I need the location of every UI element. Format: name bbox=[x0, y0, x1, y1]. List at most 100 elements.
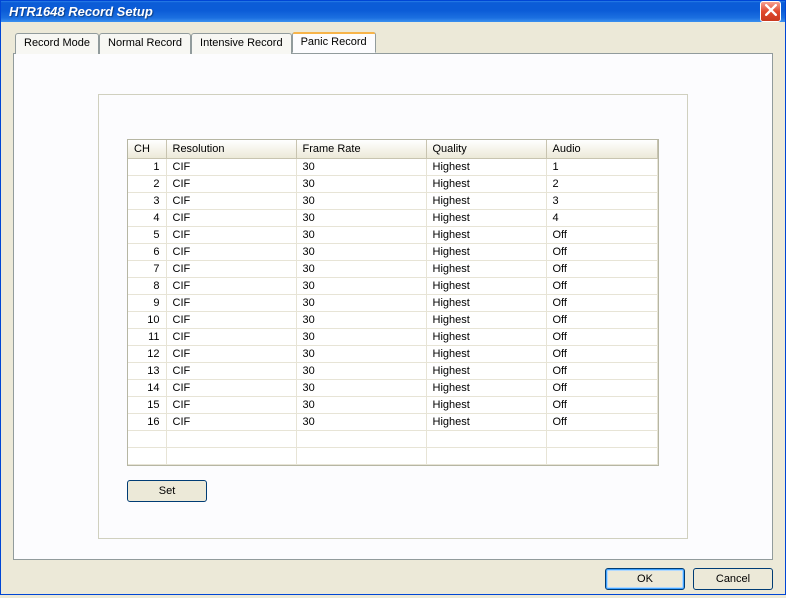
cancel-button[interactable]: Cancel bbox=[693, 568, 773, 590]
cell-ch: 4 bbox=[128, 209, 166, 226]
table-row[interactable]: 12CIF30HighestOff bbox=[128, 345, 658, 362]
cell-quality: Highest bbox=[426, 158, 546, 175]
cell-resolution: CIF bbox=[166, 396, 296, 413]
cell-quality: Highest bbox=[426, 396, 546, 413]
table-row[interactable]: 14CIF30HighestOff bbox=[128, 379, 658, 396]
ok-button[interactable]: OK bbox=[605, 568, 685, 590]
col-header-resolution[interactable]: Resolution bbox=[166, 140, 296, 158]
cell-frame_rate: 30 bbox=[296, 192, 426, 209]
cell-quality: Highest bbox=[426, 311, 546, 328]
table-row[interactable]: 13CIF30HighestOff bbox=[128, 362, 658, 379]
cell-frame_rate: 30 bbox=[296, 243, 426, 260]
close-button[interactable] bbox=[760, 1, 781, 22]
table-row-empty bbox=[128, 447, 658, 464]
cell-frame_rate: 30 bbox=[296, 158, 426, 175]
cell-resolution: CIF bbox=[166, 260, 296, 277]
table-row[interactable]: 8CIF30HighestOff bbox=[128, 277, 658, 294]
cell-quality: Highest bbox=[426, 277, 546, 294]
table-row[interactable]: 10CIF30HighestOff bbox=[128, 311, 658, 328]
table-row[interactable]: 9CIF30HighestOff bbox=[128, 294, 658, 311]
cell-frame_rate: 30 bbox=[296, 277, 426, 294]
cell-ch: 13 bbox=[128, 362, 166, 379]
cell-frame_rate: 30 bbox=[296, 260, 426, 277]
table-row[interactable]: 5CIF30HighestOff bbox=[128, 226, 658, 243]
record-table[interactable]: CH Resolution Frame Rate Quality Audio 1… bbox=[128, 140, 658, 465]
table-row[interactable]: 11CIF30HighestOff bbox=[128, 328, 658, 345]
cell-audio: 2 bbox=[546, 175, 658, 192]
cell-frame_rate: 30 bbox=[296, 345, 426, 362]
table-row-empty bbox=[128, 430, 658, 447]
col-header-audio[interactable]: Audio bbox=[546, 140, 658, 158]
table-header-row: CH Resolution Frame Rate Quality Audio bbox=[128, 140, 658, 158]
tab-panel-panic-record: CH Resolution Frame Rate Quality Audio 1… bbox=[13, 53, 773, 560]
table-row[interactable]: 1CIF30Highest1 bbox=[128, 158, 658, 175]
tab-strip: Record ModeNormal RecordIntensive Record… bbox=[13, 32, 773, 53]
tab-record-mode[interactable]: Record Mode bbox=[15, 33, 99, 54]
window-title: HTR1648 Record Setup bbox=[9, 4, 153, 19]
cell-audio: 4 bbox=[546, 209, 658, 226]
cell-ch: 12 bbox=[128, 345, 166, 362]
cell-ch: 3 bbox=[128, 192, 166, 209]
tab-intensive-record[interactable]: Intensive Record bbox=[191, 33, 292, 54]
table-row[interactable]: 16CIF30HighestOff bbox=[128, 413, 658, 430]
col-header-frame-rate[interactable]: Frame Rate bbox=[296, 140, 426, 158]
set-button[interactable]: Set bbox=[127, 480, 207, 502]
cell-quality: Highest bbox=[426, 260, 546, 277]
cell-quality: Highest bbox=[426, 175, 546, 192]
col-header-ch[interactable]: CH bbox=[128, 140, 166, 158]
cell-ch: 14 bbox=[128, 379, 166, 396]
cell-ch: 11 bbox=[128, 328, 166, 345]
inner-group-box: CH Resolution Frame Rate Quality Audio 1… bbox=[98, 94, 688, 539]
cell-audio: Off bbox=[546, 413, 658, 430]
cell-frame_rate: 30 bbox=[296, 311, 426, 328]
cell-audio: Off bbox=[546, 311, 658, 328]
cell-frame_rate: 30 bbox=[296, 294, 426, 311]
tab-panic-record[interactable]: Panic Record bbox=[292, 32, 376, 53]
content-area: Record ModeNormal RecordIntensive Record… bbox=[1, 22, 785, 598]
cell-ch: 10 bbox=[128, 311, 166, 328]
cell-frame_rate: 30 bbox=[296, 328, 426, 345]
cell-audio: Off bbox=[546, 294, 658, 311]
cell-quality: Highest bbox=[426, 294, 546, 311]
cell-resolution: CIF bbox=[166, 158, 296, 175]
cell-frame_rate: 30 bbox=[296, 413, 426, 430]
cell-frame_rate: 30 bbox=[296, 396, 426, 413]
cell-resolution: CIF bbox=[166, 226, 296, 243]
cell-ch: 5 bbox=[128, 226, 166, 243]
table-row[interactable]: 6CIF30HighestOff bbox=[128, 243, 658, 260]
cell-audio: Off bbox=[546, 362, 658, 379]
cell-resolution: CIF bbox=[166, 345, 296, 362]
cell-resolution: CIF bbox=[166, 209, 296, 226]
cell-ch: 1 bbox=[128, 158, 166, 175]
cell-quality: Highest bbox=[426, 192, 546, 209]
cell-quality: Highest bbox=[426, 243, 546, 260]
cell-audio: Off bbox=[546, 243, 658, 260]
cell-audio: Off bbox=[546, 345, 658, 362]
cell-quality: Highest bbox=[426, 328, 546, 345]
cell-quality: Highest bbox=[426, 209, 546, 226]
dialog-footer: OK Cancel bbox=[13, 560, 773, 590]
table-row[interactable]: 4CIF30Highest4 bbox=[128, 209, 658, 226]
cell-frame_rate: 30 bbox=[296, 226, 426, 243]
cell-frame_rate: 30 bbox=[296, 362, 426, 379]
cell-audio: Off bbox=[546, 396, 658, 413]
cell-resolution: CIF bbox=[166, 328, 296, 345]
cell-resolution: CIF bbox=[166, 413, 296, 430]
table-row[interactable]: 2CIF30Highest2 bbox=[128, 175, 658, 192]
close-icon bbox=[765, 4, 777, 19]
table-row[interactable]: 3CIF30Highest3 bbox=[128, 192, 658, 209]
cell-resolution: CIF bbox=[166, 379, 296, 396]
cell-audio: 3 bbox=[546, 192, 658, 209]
cell-audio: Off bbox=[546, 260, 658, 277]
cell-quality: Highest bbox=[426, 413, 546, 430]
record-table-wrap: CH Resolution Frame Rate Quality Audio 1… bbox=[127, 139, 659, 466]
tab-normal-record[interactable]: Normal Record bbox=[99, 33, 191, 54]
col-header-quality[interactable]: Quality bbox=[426, 140, 546, 158]
table-row[interactable]: 7CIF30HighestOff bbox=[128, 260, 658, 277]
table-row[interactable]: 15CIF30HighestOff bbox=[128, 396, 658, 413]
cell-ch: 9 bbox=[128, 294, 166, 311]
titlebar: HTR1648 Record Setup bbox=[1, 1, 785, 22]
cell-ch: 15 bbox=[128, 396, 166, 413]
cell-ch: 2 bbox=[128, 175, 166, 192]
cell-ch: 6 bbox=[128, 243, 166, 260]
